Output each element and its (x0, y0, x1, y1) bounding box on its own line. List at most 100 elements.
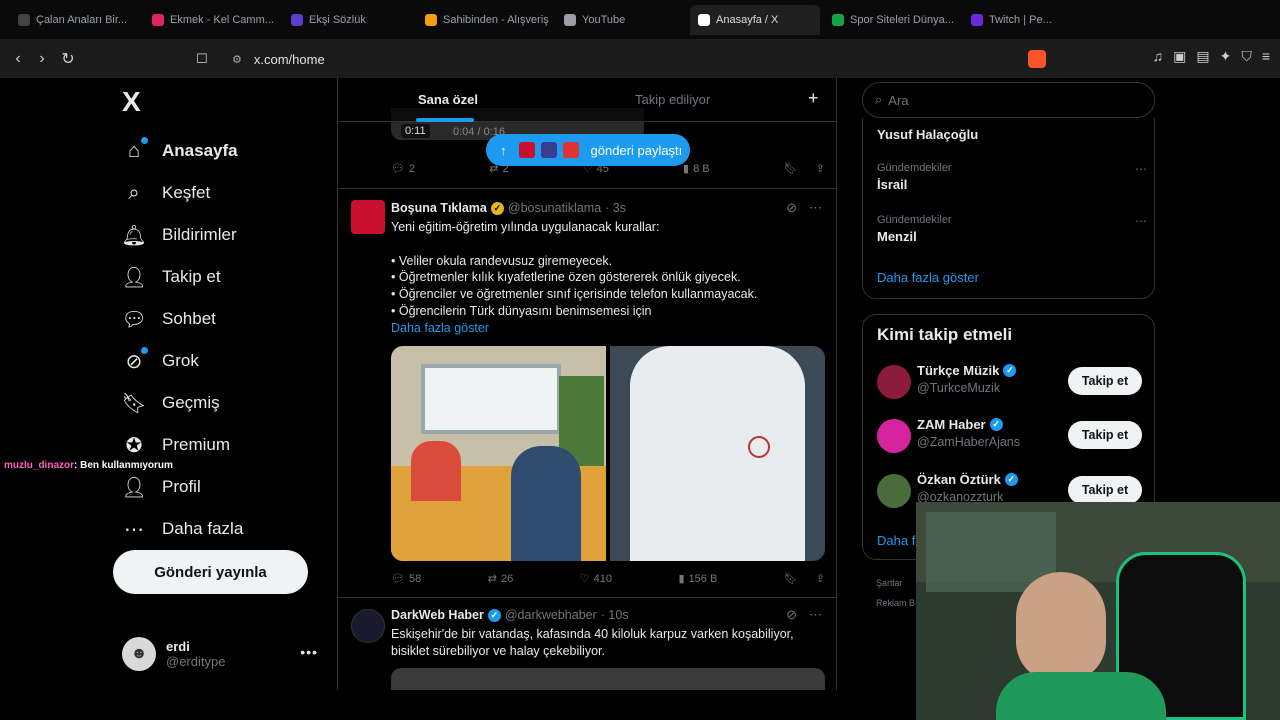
sidebar-item-sohbet[interactable]: 💬︎ Sohbet (121, 298, 243, 340)
tweet-header-icons: ⊘ ⋯ (786, 200, 822, 216)
suggested-account[interactable]: Türkçe Müzik ✓ @TurkceMuzik Takip et (877, 361, 1142, 401)
grok-icon[interactable]: ⊘ (786, 607, 797, 623)
classroom-photo[interactable] (391, 346, 606, 561)
suggested-account[interactable]: ZAM Haber ✓ @ZamHaberAjans Takip et (877, 415, 1142, 455)
trend-item[interactable]: Gündemdekiler Menzil ⋯ (877, 214, 1147, 244)
arrow-up-icon: ↑ (500, 142, 507, 158)
tab-label: Anasayfa / X (716, 13, 779, 26)
views-button[interactable]: ▮ 8 B (683, 162, 710, 176)
leo-ai-icon[interactable]: ✦ (1220, 48, 1232, 65)
grok-icon[interactable]: ⊘ (786, 200, 797, 216)
back-icon[interactable]: ‹ (6, 47, 30, 71)
avatar[interactable] (351, 609, 385, 643)
reply-count: 2 (408, 162, 416, 175)
tab-label: Twitch | Pe... (989, 13, 1052, 26)
sidebar-item-daha-fazla[interactable]: ⋯ Daha fazla (122, 508, 243, 550)
sidebar-item-label: Takip et (162, 267, 221, 286)
browser-tab[interactable]: YouTube (556, 5, 686, 35)
chart-icon: ▮ (683, 163, 690, 175)
post-button[interactable]: Gönderi yayınla (113, 550, 308, 594)
sidebar-item-anasayfa[interactable]: ⌂ Anasayfa (122, 130, 243, 172)
reload-icon[interactable]: ↻ (56, 47, 80, 71)
more-icon[interactable]: ⋯ (1135, 214, 1147, 228)
browser-tab[interactable]: Ekşi Sözlük (283, 5, 413, 35)
tweet-media[interactable] (391, 668, 825, 690)
share-icon[interactable]: ⇪ (816, 572, 825, 585)
follow-button[interactable]: Takip et (1068, 367, 1142, 395)
footer-ads-link[interactable]: Reklam B (876, 598, 915, 608)
bookmark-icon[interactable]: 🔖︎ (784, 572, 798, 585)
sidebar-item-profil[interactable]: 👤︎ Profil (121, 466, 243, 508)
menu-icon[interactable]: ≡ (1262, 48, 1270, 65)
avatar[interactable] (877, 474, 911, 508)
sidebar-item-label: Sohbet (162, 309, 216, 328)
share-icon[interactable]: ⇪ (816, 162, 825, 175)
trend-item[interactable]: Gündemdekiler İsrail ⋯ (877, 162, 1147, 192)
trend-item[interactable]: Yusuf Halaçoğlu (877, 124, 1147, 142)
author-handle[interactable]: @darkwebhaber (505, 608, 597, 622)
tab-for-you[interactable]: Sana özel (418, 92, 478, 107)
bookmark-page-icon[interactable]: ☐ (190, 47, 214, 71)
follow-button[interactable]: Takip et (1068, 476, 1142, 504)
brave-shields-icon[interactable] (1028, 50, 1046, 68)
author-handle[interactable]: @bosunatiklama (508, 201, 601, 215)
person-icon: 👤︎ (121, 476, 147, 499)
repost-button[interactable]: ⇄ 26 (488, 572, 513, 586)
forward-icon[interactable]: › (30, 47, 54, 71)
sidebar-item-label: Bildirimler (162, 225, 237, 244)
wallet-icon[interactable]: ▤ (1196, 48, 1209, 65)
favicon-icon (152, 13, 164, 26)
address-bar[interactable]: ⚙ x.com/home (222, 45, 1052, 73)
more-icon[interactable]: ••• (300, 644, 318, 660)
tab-following[interactable]: Takip ediliyor (635, 92, 710, 107)
show-more-link[interactable]: Daha fazla göster (391, 320, 831, 337)
footer-terms-link[interactable]: Şartlar (876, 578, 903, 588)
sidebar-item-keşfet[interactable]: ⌕ Keşfet (122, 172, 243, 214)
search-placeholder: Ara (888, 92, 909, 108)
new-posts-pill[interactable]: ↑ gönderi paylaştı (486, 134, 690, 166)
music-icon[interactable]: ♫ (1153, 48, 1164, 65)
trend-title: Yusuf Halaçoğlu (877, 127, 979, 142)
search-input[interactable]: ⌕ Ara (862, 82, 1155, 118)
site-info-icon[interactable]: ⚙ (232, 53, 242, 66)
lab-coat-photo[interactable] (610, 346, 825, 561)
follow-button[interactable]: Takip et (1068, 421, 1142, 449)
tweet-time[interactable]: · 10s (601, 608, 629, 622)
views-button[interactable]: ▮ 156 B (678, 572, 717, 586)
browser-tab[interactable]: Çalan Anaları Bir... (10, 5, 140, 35)
favicon-icon (971, 13, 983, 26)
account-switcher[interactable]: ☻ erdi @erditype ••• (122, 634, 322, 674)
tweet-time[interactable]: · 3s (605, 201, 626, 215)
trend-category: Gündemdekiler (877, 162, 952, 174)
browser-tab[interactable]: Sahibinden - Alışveriş (417, 5, 552, 35)
sidebar-icon[interactable]: ▣ (1173, 48, 1186, 65)
sidebar-item-geçmiş[interactable]: 🔖︎ Geçmiş (121, 382, 243, 424)
avatar[interactable] (877, 365, 911, 399)
avatar[interactable] (877, 419, 911, 453)
tweet-line: Eskişehir'de bir vatandaş, kafasında 40 … (391, 627, 794, 641)
add-tab-icon[interactable]: + (808, 88, 819, 109)
browser-tab[interactable]: Twitch | Pe... (963, 5, 1093, 35)
vpn-icon[interactable]: ⛉ (1241, 48, 1252, 65)
reply-button[interactable]: 💬︎ 2 (391, 162, 416, 176)
url-text: x.com/home (253, 51, 325, 67)
more-icon[interactable]: ⋯ (1135, 162, 1147, 176)
sidebar-item-grok[interactable]: ⊘ Grok (122, 340, 243, 382)
bookmark-icon[interactable]: 🔖︎ (784, 162, 798, 175)
more-icon[interactable]: ⋯ (809, 200, 822, 216)
reply-button[interactable]: 💬︎ 58 (391, 572, 421, 586)
more-icon[interactable]: ⋯ (809, 607, 822, 623)
browser-tab[interactable]: Anasayfa / X (690, 4, 820, 35)
x-logo-icon[interactable]: X (122, 86, 141, 118)
browser-tab[interactable]: Ekmek - Kel Camm... (144, 5, 279, 35)
sidebar-item-takip-et[interactable]: 👤︎ Takip et (121, 256, 243, 298)
author-name[interactable]: DarkWeb Haber (391, 608, 484, 622)
sidebar-item-label: Geçmiş (162, 393, 220, 412)
like-button[interactable]: ♡ 410 (580, 572, 612, 586)
avatar[interactable] (351, 200, 385, 234)
sidebar-item-bildirimler[interactable]: 🔔︎ Bildirimler (121, 214, 243, 256)
browser-tab[interactable]: Spor Siteleri Dünya... (824, 5, 959, 35)
tweet-line (391, 236, 831, 253)
show-more-link[interactable]: Daha fazla göster (877, 270, 979, 285)
author-name[interactable]: Boşuna Tıklama (391, 201, 487, 215)
